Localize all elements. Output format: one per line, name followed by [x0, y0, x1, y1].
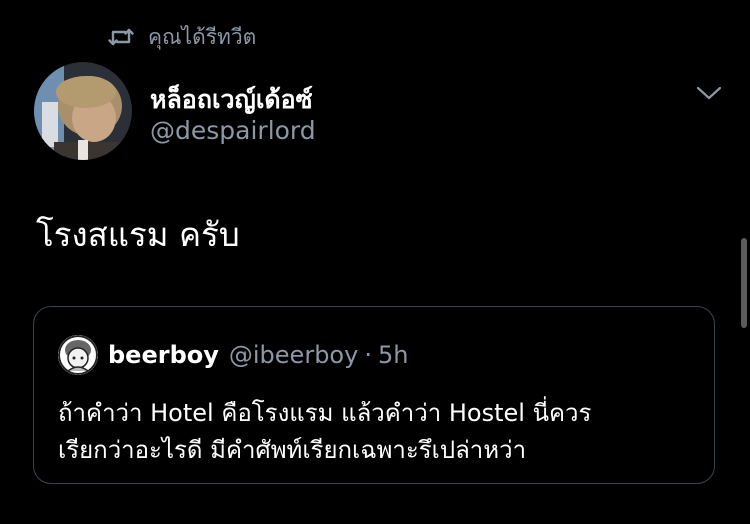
quoted-separator: ·: [364, 341, 372, 369]
quoted-tweet-header: beerboy @ibeerboy · 5h: [58, 335, 408, 375]
quoted-timestamp: 5h: [377, 341, 409, 369]
quoted-author-handle: @ibeerboy: [228, 341, 359, 369]
scrollbar-thumb[interactable]: [741, 238, 747, 328]
quoted-tweet-text: ถ้าคำว่า Hotel คือโรงแรม แล้วคำว่า Hoste…: [58, 395, 708, 469]
author-handle[interactable]: @despairlord: [150, 116, 316, 145]
retweet-context: คุณได้รีทวีต: [108, 22, 256, 52]
quoted-author-display-name: beerboy: [108, 341, 219, 369]
chevron-down-icon[interactable]: [694, 82, 724, 104]
quoted-tweet-card[interactable]: beerboy @ibeerboy · 5h ถ้าคำว่า Hotel คื…: [33, 306, 715, 484]
quoted-text-line: ถ้าคำว่า Hotel คือโรงแรม แล้วคำว่า Hoste…: [58, 399, 592, 427]
retweet-label: คุณได้รีทวีต: [148, 24, 257, 49]
tweet-text: โรงสแรม ครับ: [36, 215, 240, 254]
quoted-author-avatar: [58, 335, 98, 375]
author-avatar[interactable]: [34, 62, 132, 160]
author-display-name[interactable]: หล็อถเวญ์เด้อซ์: [150, 80, 313, 120]
retweet-icon: [108, 26, 134, 48]
quoted-text-line: เรียกว่าอะไรดี มีคำศัพท์เรียกเฉพาะรึเปล่…: [58, 436, 527, 464]
